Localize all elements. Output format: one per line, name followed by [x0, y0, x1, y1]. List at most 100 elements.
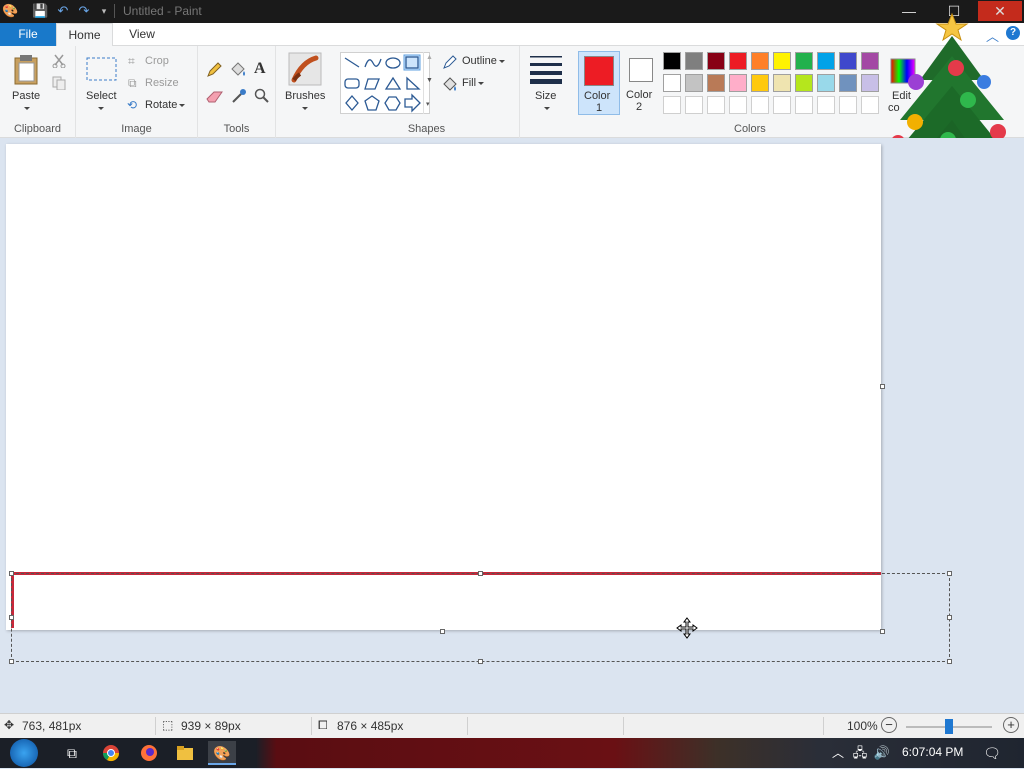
select-dropdown-icon[interactable]	[98, 106, 104, 110]
selection-handle-br[interactable]	[947, 659, 952, 664]
palette-swatch[interactable]	[685, 74, 703, 92]
selection-handle-b[interactable]	[478, 659, 483, 664]
paste-icon[interactable]	[12, 54, 42, 86]
oval-shape-icon[interactable]	[385, 57, 401, 69]
brushes-icon[interactable]	[288, 52, 322, 86]
color-picker-icon[interactable]	[231, 88, 247, 104]
palette-swatch[interactable]	[817, 52, 835, 70]
palette-swatch[interactable]	[795, 52, 813, 70]
notifications-icon[interactable]: 🗨	[980, 741, 1004, 765]
fill-bucket-icon[interactable]	[229, 62, 247, 78]
palette-swatch[interactable]	[707, 74, 725, 92]
copy-icon[interactable]	[52, 76, 66, 90]
volume-icon[interactable]: 🔊	[870, 741, 894, 765]
palette-custom-slot[interactable]	[685, 96, 703, 114]
diamond-shape-icon[interactable]	[345, 95, 359, 111]
select-label[interactable]: Select	[86, 90, 117, 102]
right-arrow-shape-icon[interactable]	[404, 93, 421, 113]
tab-home[interactable]: Home	[56, 23, 113, 47]
crop-button[interactable]: Crop	[145, 55, 169, 67]
outline-button[interactable]: Outline	[462, 55, 505, 67]
gallery-expand-icon[interactable]: ▾	[426, 100, 430, 108]
palette-swatch[interactable]	[817, 74, 835, 92]
palette-custom-slot[interactable]	[839, 96, 857, 114]
palette-swatch[interactable]	[707, 52, 725, 70]
palette-custom-slot[interactable]	[751, 96, 769, 114]
selection-handle-t[interactable]	[478, 571, 483, 576]
color1-button[interactable]: Color 1	[578, 51, 620, 115]
zoom-slider-thumb[interactable]	[945, 719, 953, 734]
color2-button[interactable]: Color 2	[622, 51, 660, 115]
palette-custom-slot[interactable]	[729, 96, 747, 114]
clock[interactable]: 6:07:04 PM	[902, 745, 963, 759]
zoom-out-icon[interactable]: −	[881, 717, 897, 733]
zoom-in-icon[interactable]: +	[1003, 717, 1019, 733]
gallery-down-icon[interactable]: ▼	[426, 77, 433, 84]
pentagon-shape-icon[interactable]	[364, 95, 380, 111]
selection-handle-bl[interactable]	[9, 659, 14, 664]
network-icon[interactable]: 🖧	[848, 741, 872, 765]
selection-handle-l[interactable]	[9, 615, 14, 620]
size-dropdown-icon[interactable]	[544, 106, 550, 110]
save-icon[interactable]: 💾	[32, 3, 48, 19]
size-icon[interactable]	[529, 54, 563, 84]
rounded-rectangle-shape-icon[interactable]	[344, 78, 360, 89]
selection-handle-tl[interactable]	[9, 571, 14, 576]
magnifier-icon[interactable]	[254, 88, 270, 104]
palette-swatch[interactable]	[751, 74, 769, 92]
curve-shape-icon[interactable]	[364, 58, 382, 68]
rotate-button[interactable]: Rotate	[145, 99, 186, 111]
show-hidden-icons[interactable]: ︿	[826, 741, 850, 765]
right-triangle-shape-icon[interactable]	[406, 76, 421, 90]
palette-swatch[interactable]	[729, 74, 747, 92]
undo-icon[interactable]: ↶	[55, 3, 71, 19]
palette-swatch[interactable]	[795, 74, 813, 92]
canvas-workspace[interactable]	[0, 138, 1024, 713]
resize-button[interactable]: Resize	[145, 77, 179, 89]
hexagon-shape-icon[interactable]	[384, 96, 401, 111]
palette-swatch[interactable]	[773, 74, 791, 92]
triangle-shape-icon[interactable]	[384, 76, 402, 90]
task-view-icon[interactable]: ⧉	[60, 741, 84, 765]
palette-swatch[interactable]	[751, 52, 769, 70]
size-label[interactable]: Size	[535, 90, 556, 102]
selection-handle-tr[interactable]	[947, 571, 952, 576]
gallery-up-icon[interactable]: ▲	[426, 54, 433, 61]
start-button-icon[interactable]	[10, 739, 38, 767]
palette-custom-slot[interactable]	[817, 96, 835, 114]
pencil-icon[interactable]	[206, 62, 222, 78]
palette-swatch[interactable]	[773, 52, 791, 70]
canvas-resize-handle-right[interactable]	[880, 384, 885, 389]
palette-custom-slot[interactable]	[663, 96, 681, 114]
shapes-gallery-scroll[interactable]: ▲ ▼ ▾	[423, 52, 435, 114]
palette-swatch[interactable]	[839, 74, 857, 92]
tab-file[interactable]: File	[0, 23, 56, 46]
palette-swatch[interactable]	[839, 52, 857, 70]
drawing-canvas[interactable]	[6, 144, 881, 630]
palette-swatch[interactable]	[729, 52, 747, 70]
selection-handle-r[interactable]	[947, 615, 952, 620]
palette-swatch[interactable]	[663, 74, 681, 92]
paint-app-icon[interactable]: 🎨	[2, 3, 18, 19]
palette-swatch[interactable]	[663, 52, 681, 70]
brushes-label[interactable]: Brushes	[285, 90, 325, 102]
polygon-shape-icon[interactable]	[364, 78, 380, 90]
line-shape-icon[interactable]	[344, 57, 360, 68]
fill-button[interactable]: Fill	[462, 77, 485, 89]
paste-label[interactable]: Paste	[12, 90, 40, 102]
tab-view[interactable]: View	[120, 23, 164, 47]
redo-icon[interactable]: ↷	[76, 3, 92, 19]
palette-swatch[interactable]	[685, 52, 703, 70]
cut-icon[interactable]	[52, 54, 66, 68]
palette-custom-slot[interactable]	[707, 96, 725, 114]
file-explorer-icon[interactable]	[173, 741, 197, 765]
paint-taskbar-icon[interactable]: 🎨	[208, 741, 236, 765]
paste-dropdown-icon[interactable]	[24, 106, 30, 110]
palette-custom-slot[interactable]	[795, 96, 813, 114]
chrome-icon[interactable]	[99, 741, 123, 765]
brushes-dropdown-icon[interactable]	[302, 106, 308, 110]
shape-selection-box[interactable]	[11, 573, 950, 662]
eraser-icon[interactable]	[206, 90, 224, 104]
select-icon[interactable]	[86, 56, 118, 84]
customize-quick-access-icon[interactable]: ▾	[96, 3, 112, 19]
